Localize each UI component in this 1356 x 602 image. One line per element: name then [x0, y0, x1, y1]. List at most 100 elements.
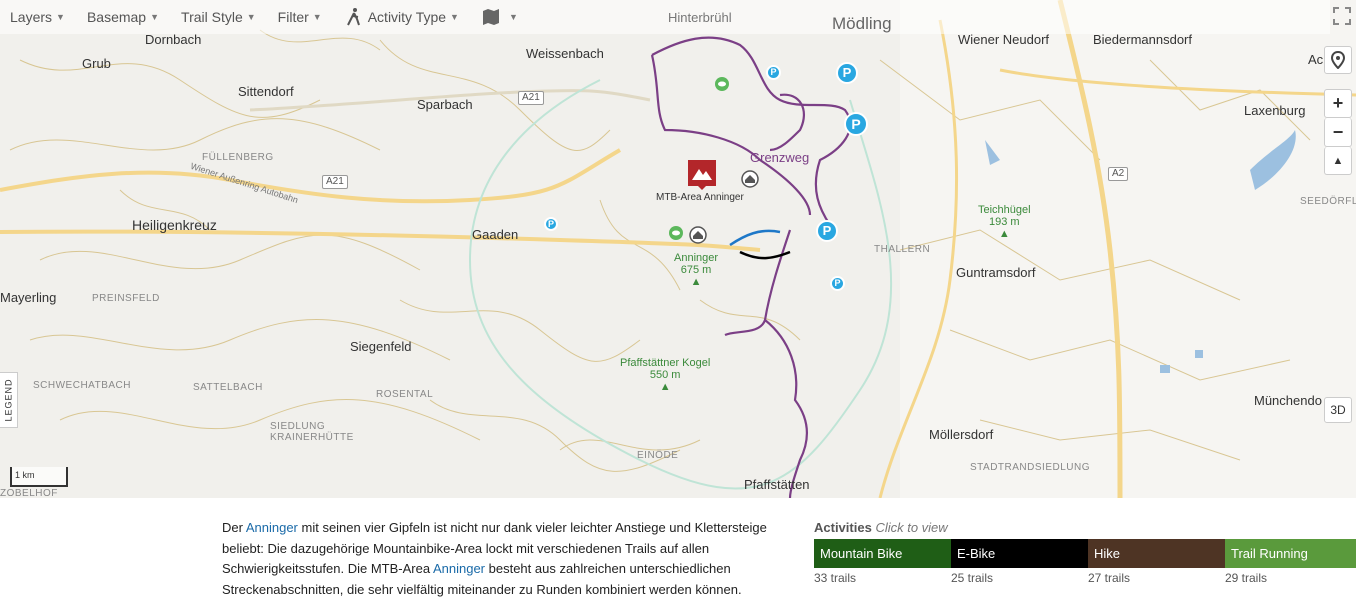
trail-style-menu[interactable]: Trail Style ▼: [181, 9, 256, 25]
place-siedlung-krainerhutte: SIEDLUNG KRAINERHÜTTE: [270, 421, 354, 443]
parking-icon[interactable]: P: [544, 217, 558, 231]
place-wiener-neudorf: Wiener Neudorf: [958, 32, 1050, 47]
anninger-link[interactable]: Anninger: [246, 520, 298, 535]
activity-count: 25 trails: [951, 571, 994, 585]
map-basemap: [0, 0, 1356, 498]
place-zobelhof: ZOBELHOF: [0, 488, 58, 498]
place-seedorfl: SEEDÖRFL: [1300, 196, 1356, 207]
activities-hint: Click to view: [875, 520, 948, 535]
peak-pfaffstattner-name: Pfaffstättner Kogel: [620, 357, 711, 369]
location-pin-icon: [1331, 51, 1345, 69]
place-hinterbruhl: Hinterbrühl: [668, 10, 732, 25]
activity-mountain-bike[interactable]: Mountain Bike 33 trails: [814, 539, 951, 585]
mtb-area-marker-icon[interactable]: [688, 160, 716, 190]
viewpoint-icon[interactable]: [714, 76, 730, 92]
caret-down-icon: ▼: [150, 12, 160, 22]
activity-type-label: Activity Type: [367, 9, 447, 25]
place-siegenfeld: Siegenfeld: [350, 339, 412, 354]
place-einode: EINÖDE: [637, 450, 679, 461]
place-pfaffstatten: Pfaffstätten: [744, 477, 810, 492]
activity-label[interactable]: E-Bike: [951, 539, 1088, 568]
place-gaaden: Gaaden: [472, 227, 519, 242]
peak-teichhugel: Teichhügel 193 m ▲: [978, 204, 1031, 240]
place-fullenberg: FÜLLENBERG: [202, 152, 274, 163]
legend-label: LEGEND: [3, 378, 14, 422]
activities-header: Activities Click to view: [814, 520, 948, 535]
compass-icon: ▲: [1332, 154, 1344, 167]
compass-button[interactable]: ▲: [1324, 147, 1352, 175]
peak-anninger: Anninger 675 m ▲: [674, 252, 718, 288]
caret-down-icon: ▼: [508, 12, 518, 22]
area-description: Der Anninger mit seinen vier Gipfeln ist…: [222, 518, 782, 600]
activity-count: 27 trails: [1088, 571, 1131, 585]
place-grub: Grub: [82, 56, 111, 71]
hut-icon[interactable]: [689, 226, 707, 244]
activity-count: 29 trails: [1225, 571, 1268, 585]
activity-label[interactable]: Hike: [1088, 539, 1225, 568]
activities-title: Activities: [814, 520, 872, 535]
place-stadtrandsiedlung: STADTRANDSIEDLUNG: [970, 462, 1090, 473]
road-shield-a21: A21: [518, 91, 544, 105]
place-ach: Ac: [1308, 52, 1324, 67]
anninger-link[interactable]: Anninger: [433, 561, 485, 576]
place-mtb-area: MTB-Area Anninger: [656, 192, 744, 203]
place-biedermannsdorf: Biedermannsdorf: [1093, 32, 1192, 47]
activity-trail-running[interactable]: Trail Running 29 trails: [1225, 539, 1356, 585]
place-heiligenkreuz: Heiligenkreuz: [132, 217, 217, 233]
activity-label[interactable]: Mountain Bike: [814, 539, 951, 568]
place-mayerling: Mayerling: [0, 290, 57, 305]
plus-icon: +: [1332, 93, 1344, 113]
peak-triangle-icon: ▲: [659, 381, 671, 393]
scale-label: 1 km: [15, 470, 35, 480]
map-icon: [482, 9, 499, 25]
3d-label: 3D: [1330, 403, 1346, 417]
road-shield-a21: A21: [322, 175, 348, 189]
locate-button[interactable]: [1324, 46, 1352, 74]
parking-icon[interactable]: P: [836, 62, 858, 84]
filter-menu[interactable]: Filter ▼: [278, 9, 322, 25]
parking-icon[interactable]: P: [830, 276, 845, 291]
legend-toggle[interactable]: LEGEND: [0, 372, 18, 428]
activities-list: Mountain Bike 33 trails E-Bike 25 trails…: [814, 539, 1356, 585]
basemap-label: Basemap: [86, 9, 147, 25]
trail-map[interactable]: Layers ▼ Basemap ▼ Trail Style ▼ Filter ▼ Ac…: [0, 0, 1356, 498]
layers-menu[interactable]: Layers ▼: [10, 9, 65, 25]
peak-teichhugel-elevation: 193 m: [989, 216, 1020, 228]
map-view-menu[interactable]: ▼: [481, 7, 518, 27]
place-siedlung-line2: KRAINERHÜTTE: [270, 432, 354, 443]
layers-label: Layers: [10, 9, 53, 25]
peak-pfaffstattner-kogel: Pfaffstättner Kogel 550 m ▲: [620, 357, 710, 393]
place-guntramsdorf: Guntramsdorf: [956, 265, 1036, 280]
desc-text: Der: [222, 520, 246, 535]
place-sittendorf: Sittendorf: [238, 84, 294, 99]
zoom-in-button[interactable]: +: [1324, 89, 1352, 118]
hut-icon[interactable]: [741, 170, 759, 188]
peak-pfaffstattner-elevation: 550 m: [649, 369, 681, 381]
basemap-menu[interactable]: Basemap ▼: [87, 9, 159, 25]
activity-label[interactable]: Trail Running: [1225, 539, 1356, 568]
activity-hike[interactable]: Hike 27 trails: [1088, 539, 1225, 585]
place-preinsfeld: PREINSFELD: [92, 293, 160, 304]
place-modling: Mödling: [832, 14, 892, 33]
3d-button[interactable]: 3D: [1324, 397, 1352, 423]
caret-down-icon: ▼: [246, 12, 256, 22]
parking-icon[interactable]: P: [816, 220, 838, 242]
filter-label: Filter: [277, 9, 309, 25]
road-shield-a2: A2: [1108, 167, 1129, 181]
peak-anninger-name: Anninger: [674, 252, 719, 264]
caret-down-icon: ▼: [56, 12, 65, 22]
parking-icon[interactable]: P: [766, 65, 781, 80]
scale-bar: 1 km: [10, 467, 68, 487]
viewpoint-icon[interactable]: [668, 225, 684, 241]
place-munchendorf: Münchendo: [1254, 393, 1322, 408]
trail-style-label: Trail Style: [181, 9, 243, 25]
place-sattelbach: SATTELBACH: [193, 382, 263, 393]
fullscreen-icon[interactable]: [1332, 6, 1352, 26]
place-mollersdorf: Möllersdorf: [929, 427, 994, 442]
zoom-out-button[interactable]: −: [1324, 118, 1352, 147]
place-laxenburg: Laxenburg: [1244, 103, 1306, 118]
parking-icon[interactable]: P: [844, 112, 868, 136]
activity-type-menu[interactable]: Activity Type ▼: [344, 7, 459, 27]
peak-triangle-icon: ▲: [998, 228, 1010, 240]
activity-e-bike[interactable]: E-Bike 25 trails: [951, 539, 1088, 585]
